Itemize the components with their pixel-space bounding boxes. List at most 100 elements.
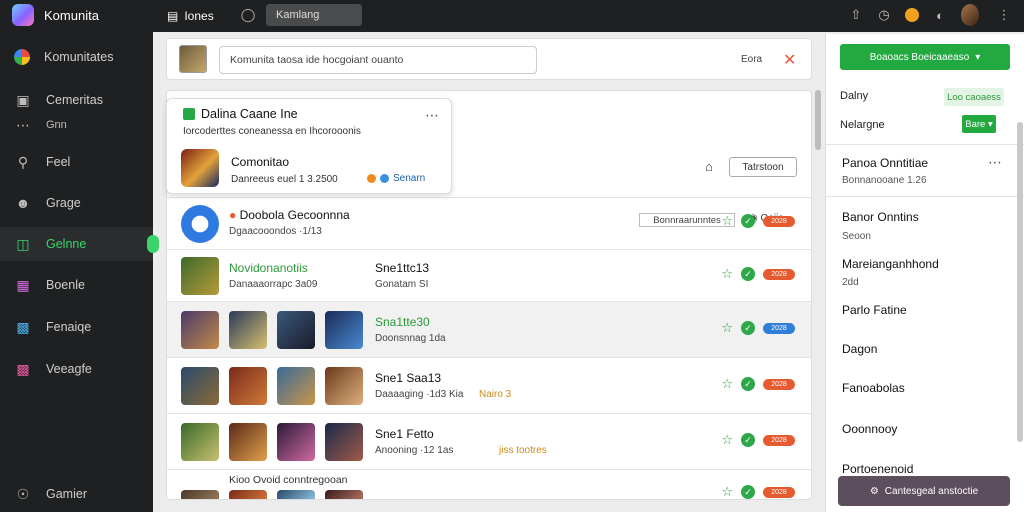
check-icon[interactable]: ✓ bbox=[741, 433, 755, 447]
app-name: Komunita bbox=[44, 7, 99, 23]
right-scrollbar[interactable] bbox=[1017, 122, 1023, 442]
tab-label: Iones bbox=[184, 9, 214, 23]
main-panel: Komunita taosa ide hocgoiant ouanto Eora… bbox=[166, 34, 813, 509]
game-thumbnail bbox=[325, 367, 363, 405]
right-dropdown-button[interactable]: Bare ▾ bbox=[962, 115, 996, 133]
row-meta: Anooning ·12 1as bbox=[375, 445, 454, 456]
row-title-text: Doobola Gecoonnna bbox=[239, 208, 350, 222]
right-item-sub: 2dd bbox=[842, 277, 859, 288]
game-thumbnail bbox=[229, 490, 267, 499]
brand[interactable]: Komunita bbox=[12, 4, 99, 26]
divider bbox=[826, 196, 1024, 197]
status-badge: 2028 bbox=[763, 486, 795, 498]
right-item-sub: Seoon bbox=[842, 231, 871, 242]
user-avatar-icon[interactable] bbox=[961, 4, 979, 26]
right-item-title[interactable]: Mareianganhhond bbox=[842, 257, 939, 271]
list-item[interactable]: Kioo Ovoid conntregooan ☆ ✓ 2028 bbox=[167, 469, 811, 499]
row-title: Sne1 Saa13 bbox=[375, 371, 442, 385]
tatrstoon-button[interactable]: Tatrstoon bbox=[729, 157, 797, 177]
more-options-icon[interactable]: ⋯ bbox=[425, 107, 439, 124]
right-pill[interactable]: Loo caoaess bbox=[944, 88, 1004, 106]
popover-game-name: Comonitao bbox=[231, 155, 290, 169]
row-meta-secondary: Gonatam SI bbox=[375, 279, 429, 290]
main-scrollbar[interactable] bbox=[815, 90, 821, 150]
clock-icon[interactable]: ◷ bbox=[875, 6, 893, 24]
sidebar-item-cemeritas[interactable]: ▣ Cemeritas bbox=[0, 83, 153, 117]
popover-subtitle: Iorcoderttes coneanessa en Ihcorooonis bbox=[183, 126, 361, 137]
right-panel: Boaoacs Boeicaaeaso ▾ Dalny Loo caoaess … bbox=[825, 34, 1024, 512]
list-item[interactable]: Sna1tte30 Doonsnnag 1da ☆ ✓ 2028 bbox=[167, 301, 811, 357]
star-icon[interactable]: ☆ bbox=[721, 320, 733, 336]
popover-pills: Senarn bbox=[367, 173, 425, 184]
star-icon[interactable]: ☆ bbox=[721, 213, 733, 229]
sidebar-item-fenaiqe[interactable]: ▩ Fenaiqe bbox=[0, 310, 153, 344]
sidebar-item-label: Veeagfe bbox=[46, 362, 92, 376]
sidebar-item-veeagfe[interactable]: ▩ Veeagfe bbox=[0, 352, 153, 386]
game-thumbnail bbox=[181, 257, 219, 295]
row-actions: ☆ ✓ 2028 bbox=[721, 432, 795, 448]
search-side-label[interactable]: Eora bbox=[741, 54, 762, 65]
star-icon[interactable]: ☆ bbox=[721, 376, 733, 392]
sidebar-item-gelnne[interactable]: ◫ Gelnne bbox=[0, 227, 159, 261]
sidebar-item-gamier[interactable]: ☉ Gamier bbox=[0, 477, 153, 511]
right-item-title[interactable]: Dagon bbox=[842, 342, 877, 356]
popover-game-meta: Danreeus euel 1 3.2500 bbox=[231, 174, 338, 185]
sidebar-item-grage[interactable]: ☻ Grage bbox=[0, 186, 153, 220]
star-icon[interactable]: ☆ bbox=[721, 266, 733, 282]
bottom-action-button[interactable]: ⚙ Cantesgeal anstoctie bbox=[838, 476, 1010, 506]
post-input[interactable]: Komunita taosa ide hocgoiant ouanto bbox=[219, 46, 537, 74]
list-item[interactable]: ● Doobola Gecoonnna Dgaacooondos ·1/13 ☆… bbox=[167, 197, 811, 249]
home-icon[interactable]: ⌂ bbox=[705, 159, 713, 174]
list-item[interactable]: Sne1 Saa13 Daaaaging ·1d3 Kia Nairo 3 ☆ … bbox=[167, 357, 811, 413]
sidebar-item-label: Boenle bbox=[46, 278, 85, 292]
check-icon[interactable]: ✓ bbox=[741, 485, 755, 499]
upload-icon[interactable]: ⇧ bbox=[847, 6, 865, 24]
star-icon[interactable]: ☆ bbox=[721, 432, 733, 448]
close-icon[interactable]: ✕ bbox=[783, 50, 796, 70]
game-thumbnail bbox=[229, 311, 267, 349]
check-icon[interactable]: ✓ bbox=[741, 321, 755, 335]
app-window: Komunita Komunitates ▣ Cemeritas ⋯ Gnn ⚲… bbox=[0, 0, 1024, 512]
sidebar-item-feel[interactable]: ⚲ Feel bbox=[0, 145, 153, 179]
row-title: Kioo Ovoid conntregooan bbox=[229, 474, 348, 486]
sidebar-item-boenle[interactable]: ▦ Boenle bbox=[0, 268, 153, 302]
game-thumbnail bbox=[277, 311, 315, 349]
user-icon: ☻ bbox=[15, 195, 31, 211]
right-item-title[interactable]: Parlo Fatine bbox=[842, 303, 907, 317]
top-search-input[interactable]: Kamlang bbox=[266, 4, 362, 26]
search-icon: ⚲ bbox=[17, 153, 29, 170]
game-thumbnail bbox=[181, 423, 219, 461]
tab-iones[interactable]: ▤ Iones bbox=[167, 6, 214, 26]
game-thumbnail bbox=[325, 490, 363, 499]
list-item[interactable]: Novidonanotiis Sne1ttc13 Danaaaorrapc 3a… bbox=[167, 249, 811, 301]
game-thumbnail bbox=[229, 367, 267, 405]
orange-dot-icon bbox=[367, 174, 376, 183]
game-thumbnail bbox=[325, 311, 363, 349]
sidebar-item-gnn[interactable]: ⋯ Gnn bbox=[0, 114, 153, 136]
status-badge: 2028 bbox=[763, 215, 795, 227]
check-icon[interactable]: ✓ bbox=[741, 267, 755, 281]
right-item-title[interactable]: Ooonnooy bbox=[842, 422, 897, 436]
active-indicator bbox=[147, 235, 159, 253]
sidebar-item-komunitates[interactable]: Komunitates bbox=[0, 40, 153, 74]
sidebar-item-label: Grage bbox=[46, 196, 81, 210]
more-options-icon[interactable]: ⋯ bbox=[988, 154, 1002, 171]
game-thumbnail bbox=[181, 490, 219, 499]
right-item-title[interactable]: Banor Onntins bbox=[842, 210, 919, 224]
status-badge: 2028 bbox=[763, 434, 795, 446]
right-section-sub: Bonnanooane 1.26 bbox=[842, 175, 927, 186]
monitor-icon: ▣ bbox=[16, 91, 30, 108]
right-item-title[interactable]: Portoenenoid bbox=[842, 462, 913, 476]
check-icon[interactable]: ✓ bbox=[741, 214, 755, 228]
sidebar-item-label: Gnn bbox=[46, 119, 67, 131]
check-icon[interactable]: ✓ bbox=[741, 377, 755, 391]
primary-action-button[interactable]: Boaoacs Boeicaaeaso ▾ bbox=[840, 44, 1010, 70]
right-item-title[interactable]: Fanoabolas bbox=[842, 381, 905, 395]
star-icon[interactable]: ☆ bbox=[721, 484, 733, 499]
more-vertical-icon[interactable]: ⋮ bbox=[995, 6, 1013, 24]
chat-icon[interactable]: ◯ bbox=[239, 6, 257, 24]
list-item[interactable]: Sne1 Fetto Anooning ·12 1as jiss tootres… bbox=[167, 413, 811, 469]
sidebar-item-label: Komunitates bbox=[44, 50, 114, 64]
coin-icon[interactable] bbox=[903, 6, 921, 24]
globe-icon[interactable]: ◐ bbox=[931, 6, 949, 24]
